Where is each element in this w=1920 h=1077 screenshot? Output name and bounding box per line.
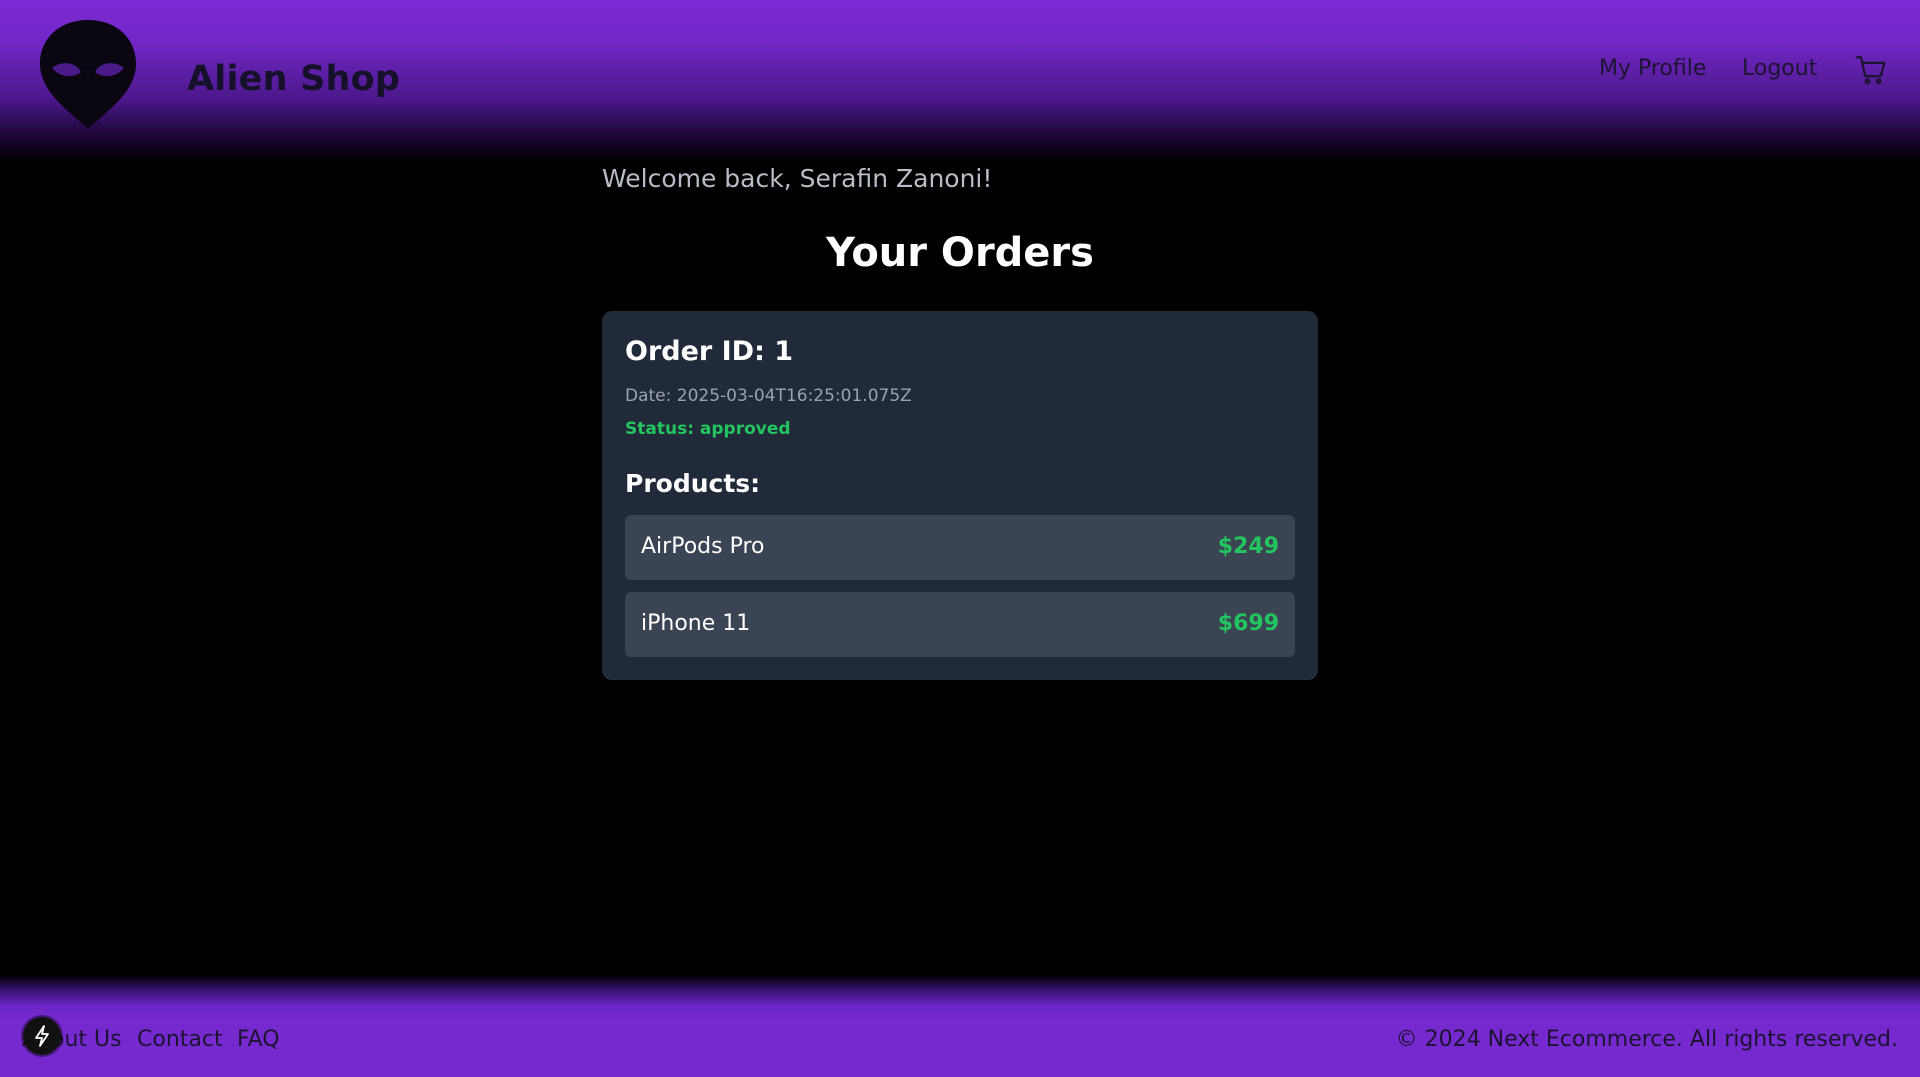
shopping-cart-icon[interactable] <box>1854 53 1888 87</box>
order-card: Order ID: 1 Date: 2025-03-04T16:25:01.07… <box>602 311 1318 680</box>
lightning-icon <box>35 1025 49 1047</box>
product-name: iPhone 11 <box>641 611 751 636</box>
copyright-text: © 2024 Next Ecommerce. All rights reserv… <box>1395 1027 1898 1052</box>
welcome-message: Welcome back, Serafin Zanoni! <box>602 164 993 193</box>
products-heading: Products: <box>625 469 761 498</box>
nav-logout-link[interactable]: Logout <box>1742 56 1817 81</box>
order-id: Order ID: 1 <box>625 336 794 367</box>
nav-my-profile-link[interactable]: My Profile <box>1599 56 1706 81</box>
site-header: Alien Shop My Profile Logout <box>0 0 1920 162</box>
page-title: Your Orders <box>826 230 1094 276</box>
page: Alien Shop My Profile Logout Welcome bac… <box>0 0 1920 1077</box>
order-status: Status: approved <box>625 419 791 439</box>
alien-head-icon[interactable] <box>38 18 138 130</box>
brand-name[interactable]: Alien Shop <box>187 59 400 99</box>
site-footer: About Us Contact FAQ © 2024 Next Ecommer… <box>0 975 1920 1077</box>
product-name: AirPods Pro <box>641 534 765 559</box>
dev-tools-badge[interactable] <box>23 1017 61 1055</box>
footer-contact-link[interactable]: Contact <box>137 1027 223 1052</box>
product-price: $249 <box>1217 534 1279 559</box>
footer-faq-link[interactable]: FAQ <box>237 1027 280 1052</box>
product-row: iPhone 11 $699 <box>625 592 1295 657</box>
product-price: $699 <box>1217 611 1279 636</box>
product-row: AirPods Pro $249 <box>625 515 1295 580</box>
order-date: Date: 2025-03-04T16:25:01.075Z <box>625 386 912 406</box>
